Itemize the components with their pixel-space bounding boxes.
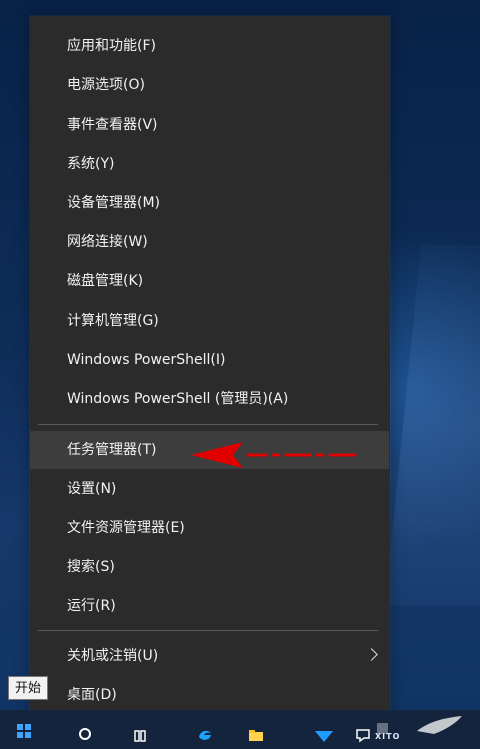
- menu-item-label: 事件查看器(V): [67, 117, 158, 133]
- menu-item-label: 设备管理器(M): [67, 195, 161, 211]
- menu-item-computer-management[interactable]: 计算机管理(G): [30, 302, 389, 340]
- menu-item-network-connections[interactable]: 网络连接(W): [30, 223, 389, 261]
- search-icon[interactable]: [78, 727, 94, 743]
- menu-item-desktop[interactable]: 桌面(D): [30, 676, 389, 714]
- edge-icon[interactable]: [197, 727, 213, 743]
- menu-item-label: 电源选项(O): [67, 77, 145, 93]
- file-explorer-icon[interactable]: [248, 727, 264, 743]
- menu-item-event-viewer[interactable]: 事件查看器(V): [30, 106, 389, 144]
- menu-item-label: 桌面(D): [67, 687, 117, 703]
- menu-item-settings[interactable]: 设置(N): [30, 470, 389, 508]
- watermark: XITO: [375, 713, 467, 741]
- menu-item-device-manager[interactable]: 设备管理器(M): [30, 184, 389, 222]
- blue-app-icon[interactable]: [313, 727, 335, 743]
- menu-item-label: 关机或注销(U): [67, 648, 159, 664]
- start-tooltip: 开始: [8, 676, 49, 700]
- menu-item-power-options[interactable]: 电源选项(O): [30, 66, 389, 104]
- menu-item-disk-management[interactable]: 磁盘管理(K): [30, 262, 389, 300]
- windows-logo-icon[interactable]: [17, 724, 31, 738]
- menu-item-label: 搜索(S): [67, 559, 115, 575]
- menu-item-windows-powershell-admin[interactable]: Windows PowerShell (管理员)(A): [30, 380, 389, 418]
- task-view-icon[interactable]: [133, 727, 149, 743]
- menu-separator: [38, 424, 378, 425]
- notification-icon[interactable]: [355, 727, 371, 743]
- menu-item-label: 任务管理器(T): [67, 442, 157, 458]
- menu-item-run[interactable]: 运行(R): [30, 587, 389, 625]
- taskbar: XITO: [0, 710, 480, 749]
- menu-separator: [38, 630, 378, 631]
- menu-item-search[interactable]: 搜索(S): [30, 548, 389, 586]
- menu-item-label: 应用和功能(F): [67, 38, 156, 54]
- menu-item-label: Windows PowerShell(I): [67, 352, 226, 368]
- watermark-text: XITO: [375, 732, 401, 741]
- menu-item-label: 运行(R): [67, 598, 116, 614]
- menu-item-file-explorer[interactable]: 文件资源管理器(E): [30, 509, 389, 547]
- menu-item-label: 系统(Y): [67, 156, 115, 172]
- red-arrow-annotation: [191, 442, 357, 468]
- chevron-right-icon: [365, 648, 378, 661]
- menu-item-apps-and-features[interactable]: 应用和功能(F): [30, 27, 389, 65]
- menu-item-label: Windows PowerShell (管理员)(A): [67, 391, 289, 407]
- menu-item-system[interactable]: 系统(Y): [30, 145, 389, 183]
- menu-item-label: 磁盘管理(K): [67, 273, 144, 289]
- menu-item-label: 网络连接(W): [67, 234, 148, 250]
- menu-item-windows-powershell[interactable]: Windows PowerShell(I): [30, 341, 389, 379]
- power-user-menu: 应用和功能(F) 电源选项(O) 事件查看器(V) 系统(Y) 设备管理器(M)…: [30, 16, 390, 725]
- menu-item-label: 设置(N): [67, 481, 117, 497]
- menu-item-label: 文件资源管理器(E): [67, 520, 185, 536]
- menu-item-label: 计算机管理(G): [67, 313, 159, 329]
- menu-item-shut-down-or-sign-out[interactable]: 关机或注销(U): [30, 637, 389, 675]
